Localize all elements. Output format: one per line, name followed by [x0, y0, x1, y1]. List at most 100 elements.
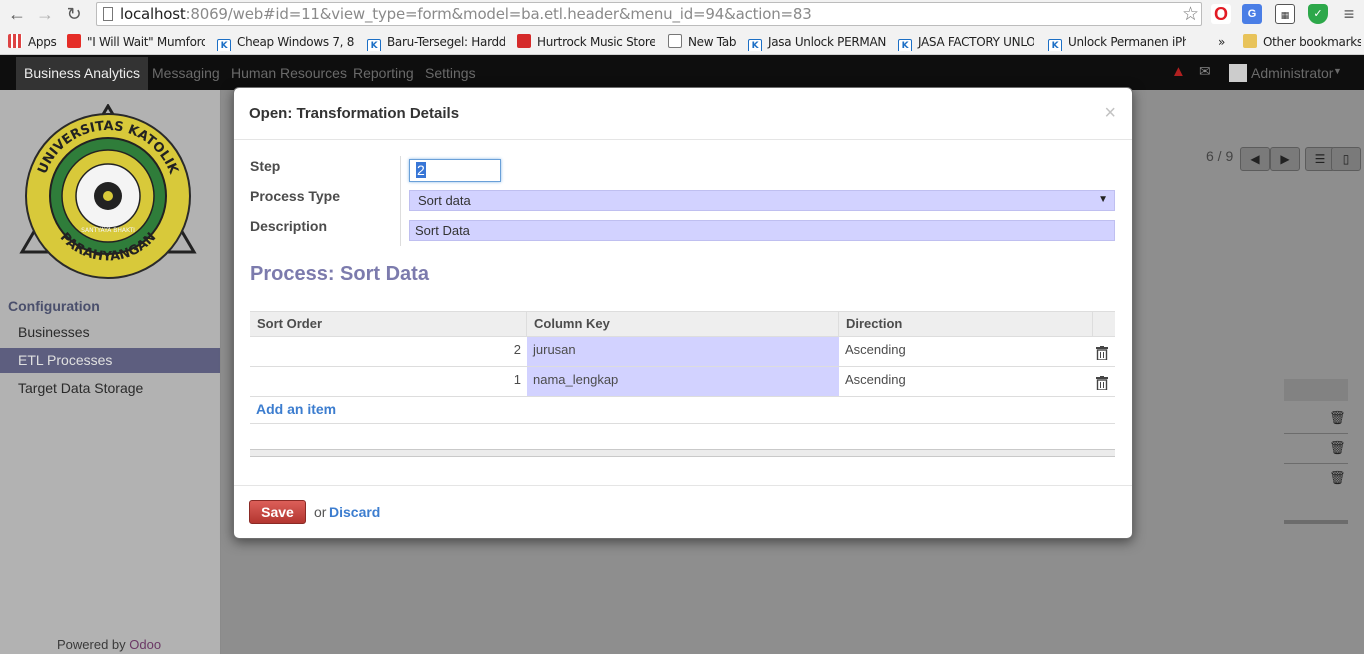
cell-column-key[interactable]: jurusan: [527, 337, 839, 366]
process-type-label: Process Type: [250, 188, 341, 204]
pager-prev-button: ◀: [1240, 147, 1270, 171]
chevron-down-icon[interactable]: ▼: [1333, 66, 1342, 76]
translate-icon[interactable]: G: [1242, 4, 1262, 24]
step-label: Step: [250, 158, 281, 174]
reload-icon[interactable]: ↻: [63, 4, 85, 24]
trash-icon[interactable]: [1096, 346, 1108, 360]
bookmark-item[interactable]: K JASA FACTORY UNLO: [898, 33, 1034, 51]
sidebar-item-etl-processes[interactable]: ETL Processes: [0, 348, 220, 373]
bookmark-star-icon[interactable]: ☆: [1182, 3, 1199, 26]
powered-by: Powered by Odoo: [57, 637, 162, 652]
bookmark-item[interactable]: K Jasa Unlock PERMANE: [748, 33, 886, 51]
qr-code-icon[interactable]: ▦: [1275, 4, 1295, 24]
divider: [1284, 520, 1348, 524]
odoo-link[interactable]: Odoo: [129, 637, 161, 652]
step-value: 2: [416, 162, 426, 178]
folder-icon: [1243, 34, 1257, 48]
sidebar: UNIVERSITAS KATOLIK PARAHYANGAN SANTYAYA…: [0, 90, 221, 654]
sidebar-section-configuration: Configuration: [8, 298, 100, 314]
warning-icon[interactable]: ▲: [1171, 63, 1186, 80]
process-section-title: Process: Sort Data: [250, 263, 429, 285]
add-item-link[interactable]: Add an item: [256, 401, 336, 417]
sidebar-item-target-data-storage[interactable]: Target Data Storage: [0, 376, 220, 401]
process-type-select[interactable]: Sort data ▼: [409, 190, 1115, 211]
forward-icon[interactable]: →: [34, 4, 56, 24]
back-icon[interactable]: ←: [6, 4, 28, 24]
grid-footer: [250, 449, 1115, 457]
cell-column-key[interactable]: nama_lengkap: [527, 367, 839, 396]
k-site-icon: K: [748, 39, 762, 51]
trash-icon: 🗑: [1329, 440, 1346, 455]
opera-icon[interactable]: O: [1211, 4, 1231, 24]
form-view-button: ▯: [1331, 147, 1361, 171]
bookmark-item[interactable]: K Unlock Permanen iPh: [1048, 33, 1186, 51]
odoo-top-menu: Business Analytics Messaging Human Resou…: [0, 55, 1364, 90]
process-type-value: Sort data: [418, 193, 471, 208]
k-site-icon: K: [217, 39, 231, 51]
header-sort-order[interactable]: Sort Order: [250, 312, 527, 337]
dropdown-caret-icon: ▼: [1098, 194, 1108, 205]
dialog-header: Open: Transformation Details ×: [234, 88, 1132, 140]
label-divider: [400, 156, 401, 246]
bookmark-item[interactable]: K Baru-Tersegel: Hardd: [367, 33, 505, 51]
dialog-title: Open: Transformation Details: [249, 105, 460, 122]
browser-toolbar: ← → ↻ localhost:8069/web#id=11&view_type…: [0, 0, 1364, 29]
bookmark-item[interactable]: New Tab: [668, 33, 738, 51]
trash-icon: 🗑: [1329, 470, 1346, 485]
k-site-icon: K: [1048, 39, 1062, 51]
header-direction[interactable]: Direction: [839, 312, 1093, 337]
shield-icon[interactable]: ✓: [1308, 4, 1328, 24]
menu-reporting[interactable]: Reporting: [353, 65, 414, 81]
bookmark-item[interactable]: "I Will Wait" Mumford: [67, 33, 205, 51]
bookmark-other[interactable]: Other bookmarks: [1243, 33, 1361, 51]
menu-human-resources[interactable]: Human Resources: [231, 65, 347, 81]
bl-site-icon: [517, 34, 531, 48]
menu-messaging[interactable]: Messaging: [152, 65, 220, 81]
save-button[interactable]: Save: [249, 500, 306, 524]
table-row[interactable]: 2 jurusan Ascending: [250, 337, 1115, 367]
close-icon[interactable]: ×: [1104, 102, 1116, 125]
discard-link[interactable]: Discard: [329, 504, 380, 520]
transformation-details-dialog: Open: Transformation Details × Step Proc…: [233, 87, 1133, 539]
page-icon: [103, 7, 113, 21]
cell-direction[interactable]: Ascending: [839, 337, 1093, 366]
sidebar-item-businesses[interactable]: Businesses: [0, 320, 220, 345]
k-site-icon: K: [898, 39, 912, 51]
divider: [1284, 463, 1348, 464]
avatar[interactable]: [1229, 64, 1247, 82]
step-field[interactable]: 2: [409, 159, 501, 182]
description-field[interactable]: Sort Data: [409, 220, 1115, 241]
chat-icon[interactable]: ✉: [1199, 63, 1211, 80]
logo-motto: SANTYAYA BHAKTI: [81, 227, 135, 234]
pager: 6 / 9: [1206, 148, 1234, 164]
bookmark-apps[interactable]: Apps: [8, 33, 63, 51]
cell-sort-order[interactable]: 1: [250, 367, 527, 396]
grid-header: Sort Order Column Key Direction: [250, 311, 1115, 337]
header-column-key[interactable]: Column Key: [527, 312, 839, 337]
k-site-icon: K: [367, 39, 381, 51]
bookmarks-bar: Apps "I Will Wait" Mumford K Cheap Window…: [0, 29, 1364, 55]
user-menu[interactable]: Administrator: [1251, 65, 1333, 81]
bookmarks-overflow-button[interactable]: »: [1218, 33, 1232, 51]
page-icon: [668, 34, 682, 48]
bookmark-item[interactable]: K Cheap Windows 7, 8, .: [217, 33, 355, 51]
divider: [1284, 433, 1348, 434]
table-row[interactable]: 1 nama_lengkap Ascending: [250, 367, 1115, 397]
divider: [250, 423, 1115, 424]
menu-icon[interactable]: ≡: [1338, 4, 1360, 24]
or-text: or: [314, 504, 327, 520]
divider: [1284, 379, 1348, 401]
bookmark-item[interactable]: Hurtrock Music Store: [517, 33, 655, 51]
trash-icon[interactable]: [1096, 376, 1108, 390]
trash-icon: 🗑: [1329, 410, 1346, 425]
divider: [234, 485, 1132, 486]
menu-business-analytics[interactable]: Business Analytics: [16, 57, 148, 90]
university-logo: UNIVERSITAS KATOLIK PARAHYANGAN SANTYAYA…: [19, 104, 197, 279]
address-bar[interactable]: localhost:8069/web#id=11&view_type=form&…: [96, 2, 1202, 26]
url-text[interactable]: localhost:8069/web#id=11&view_type=form&…: [120, 5, 812, 23]
menu-settings[interactable]: Settings: [425, 65, 476, 81]
description-label: Description: [250, 218, 328, 234]
cell-sort-order[interactable]: 2: [250, 337, 527, 366]
cell-direction[interactable]: Ascending: [839, 367, 1093, 396]
apps-grid-icon: [8, 34, 22, 48]
